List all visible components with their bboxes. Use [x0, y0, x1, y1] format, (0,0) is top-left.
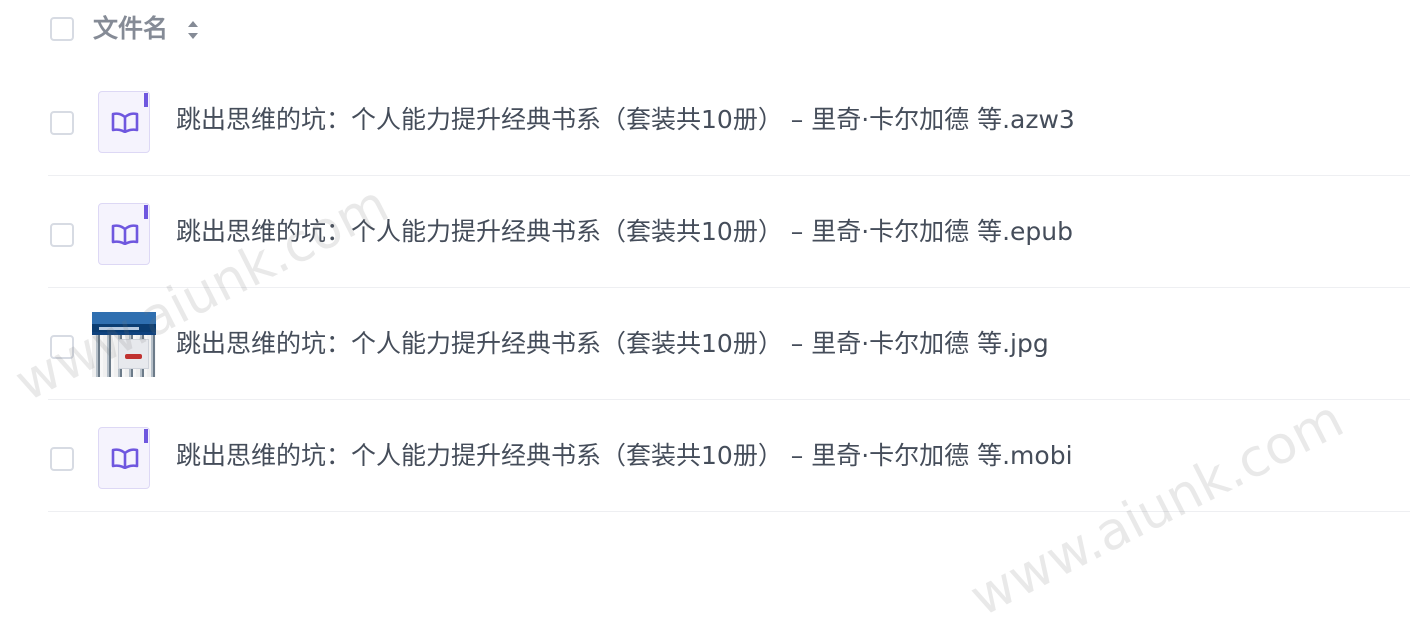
file-name[interactable]: 跳出思维的坑：个人能力提升经典书系（套装共10册） – 里奇·卡尔加德 等.ep… — [176, 217, 1276, 247]
image-thumbnail — [92, 312, 156, 377]
ebook-icon — [98, 203, 150, 265]
file-row[interactable]: 跳出思维的坑：个人能力提升经典书系（套装共10册） – 里奇·卡尔加德 等.az… — [48, 64, 1410, 176]
file-name-column-header[interactable]: 文件名 — [93, 14, 168, 44]
file-row[interactable]: 跳出思维的坑：个人能力提升经典书系（套装共10册） – 里奇·卡尔加德 等.jp… — [48, 288, 1410, 400]
ebook-icon — [98, 91, 150, 153]
file-name[interactable]: 跳出思维的坑：个人能力提升经典书系（套装共10册） – 里奇·卡尔加德 等.az… — [176, 105, 1276, 135]
file-list-header: 文件名 — [48, 0, 1410, 60]
file-row[interactable]: 跳出思维的坑：个人能力提升经典书系（套装共10册） – 里奇·卡尔加德 等.mo… — [48, 400, 1410, 512]
file-checkbox[interactable] — [50, 447, 74, 471]
file-row[interactable]: 跳出思维的坑：个人能力提升经典书系（套装共10册） – 里奇·卡尔加德 等.ep… — [48, 176, 1410, 288]
ebook-icon — [98, 427, 150, 489]
file-checkbox[interactable] — [50, 223, 74, 247]
thumbnail-book-badge — [118, 339, 149, 369]
file-checkbox[interactable] — [50, 335, 74, 359]
sort-icon[interactable] — [186, 18, 200, 42]
file-list: 文件名 跳出思维的坑：个人能力提升经典书系（套装共10册） – 里奇·卡尔加德 … — [0, 0, 1410, 628]
file-checkbox[interactable] — [50, 111, 74, 135]
thumbnail-cover-line — [99, 327, 139, 330]
file-name[interactable]: 跳出思维的坑：个人能力提升经典书系（套装共10册） – 里奇·卡尔加德 等.mo… — [176, 441, 1276, 471]
thumbnail-cover-top — [92, 312, 156, 324]
select-all-checkbox[interactable] — [50, 17, 74, 41]
file-name[interactable]: 跳出思维的坑：个人能力提升经典书系（套装共10册） – 里奇·卡尔加德 等.jp… — [176, 329, 1276, 359]
